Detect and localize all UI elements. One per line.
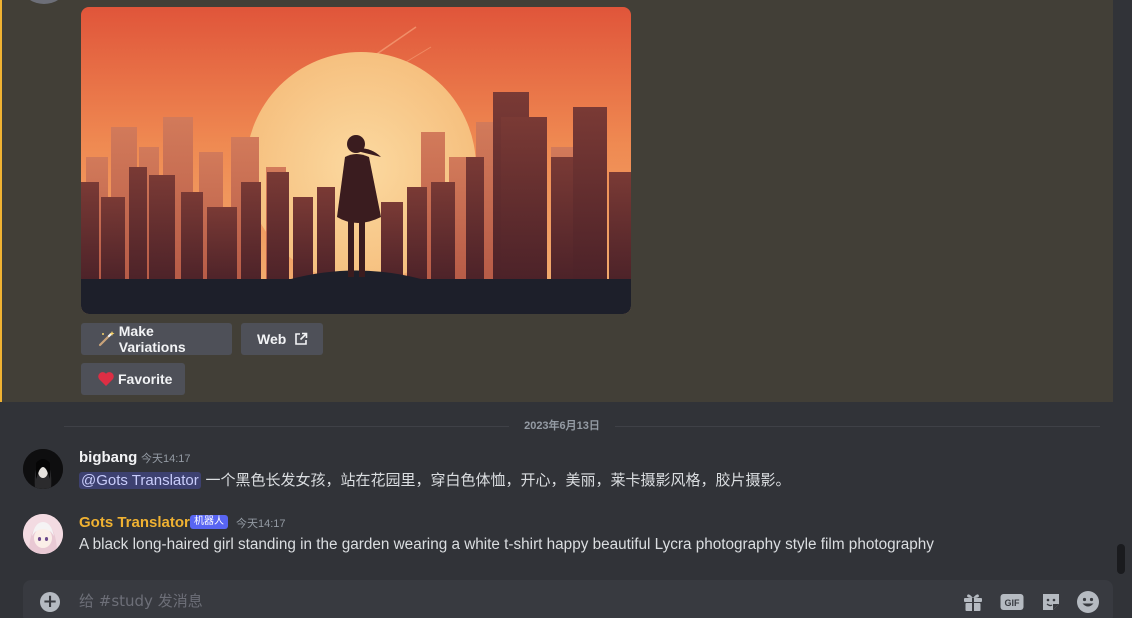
avatar[interactable] (24, 0, 64, 4)
message-text: A black long-haired girl standing in the… (79, 536, 934, 553)
gift-icon[interactable] (961, 590, 985, 614)
svg-text:GIF: GIF (1005, 598, 1021, 608)
favorite-button[interactable]: Favorite (81, 363, 185, 395)
sunset-city-illustration (81, 7, 631, 314)
web-label: Web (257, 331, 287, 347)
gif-icon[interactable]: GIF (1000, 590, 1024, 614)
highlighted-message: Make Variations Web Favorite (0, 0, 1113, 402)
magic-wand-icon (97, 329, 116, 349)
favorite-label: Favorite (118, 371, 173, 387)
message-input[interactable] (79, 589, 779, 613)
sticker-icon[interactable] (1039, 590, 1063, 614)
user-mention[interactable]: @Gots Translator (79, 472, 201, 489)
timestamp: 今天14:17 (236, 518, 286, 530)
avatar[interactable] (23, 514, 63, 554)
external-link-icon (293, 329, 309, 349)
heart-icon (97, 369, 115, 389)
date-divider-label: 2023年6月13日 (509, 419, 615, 433)
timestamp: 今天14:17 (141, 453, 191, 465)
username[interactable]: bigbang (79, 449, 137, 467)
message-content: @Gots Translator 一个黑色长发女孩，站在花园里，穿白色体恤，开心… (79, 469, 791, 492)
avatar[interactable] (23, 449, 63, 489)
message-composer: + GIF (23, 580, 1113, 618)
make-variations-label: Make Variations (118, 323, 186, 355)
user-avatar-image (23, 449, 63, 489)
message-text: 一个黑色长发女孩，站在花园里，穿白色体恤，开心，美丽，莱卡摄影风格，胶片摄影。 (200, 471, 791, 489)
plus-circle-icon[interactable]: + (40, 592, 60, 612)
bot-tag: 机器人 (190, 515, 228, 529)
make-variations-button[interactable]: Make Variations (81, 323, 232, 355)
bot-avatar-image (23, 514, 63, 554)
generated-image[interactable] (81, 7, 631, 314)
emoji-icon[interactable] (1076, 590, 1100, 614)
username[interactable]: Gots Translator (79, 514, 190, 532)
discord-chat-view: Make Variations Web Favorite 2023年6月13日 (0, 0, 1132, 618)
web-button[interactable]: Web (241, 323, 323, 355)
scrollbar-thumb[interactable] (1117, 544, 1125, 574)
